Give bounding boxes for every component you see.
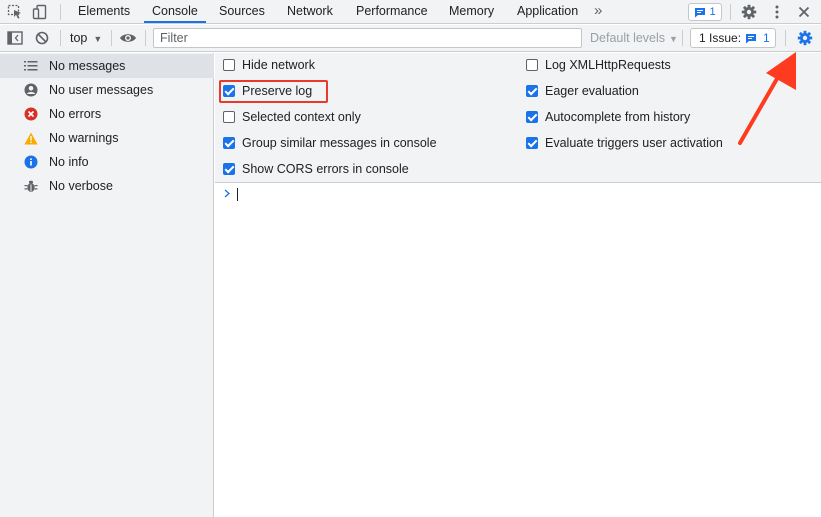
eye-icon[interactable] bbox=[119, 29, 137, 47]
devtools-tab-bar: Elements Console Sources Network Perform… bbox=[0, 0, 821, 24]
sidebar-item-warnings[interactable]: No warnings bbox=[0, 126, 214, 150]
tab-elements[interactable]: Elements bbox=[70, 0, 138, 23]
sidebar-item-messages[interactable]: No messages bbox=[0, 54, 214, 78]
tab-performance[interactable]: Performance bbox=[348, 0, 436, 23]
messages-count: 1 bbox=[709, 6, 716, 18]
chevron-down-icon: ▼ bbox=[93, 34, 103, 44]
console-settings-gear-icon[interactable] bbox=[796, 29, 814, 47]
checkbox[interactable] bbox=[223, 111, 235, 123]
tab-application[interactable]: Application bbox=[509, 0, 586, 23]
setting-label: Group similar messages in console bbox=[242, 136, 437, 150]
info-icon bbox=[24, 155, 38, 169]
setting-label: Eager evaluation bbox=[545, 84, 639, 98]
setting-eager-evaluation[interactable]: Eager evaluation bbox=[526, 82, 639, 100]
warning-icon bbox=[24, 131, 38, 145]
console-output-area[interactable] bbox=[215, 184, 821, 517]
user-icon bbox=[24, 83, 38, 97]
more-options-icon[interactable] bbox=[768, 3, 786, 21]
tab-console[interactable]: Console bbox=[144, 0, 206, 23]
issues-count: 1 bbox=[763, 31, 770, 45]
error-icon bbox=[24, 107, 38, 121]
setting-label: Selected context only bbox=[242, 110, 361, 124]
tab-sources[interactable]: Sources bbox=[211, 0, 273, 23]
sidebar-item-label: No info bbox=[49, 155, 89, 169]
checkbox[interactable] bbox=[526, 85, 538, 97]
sidebar-item-label: No user messages bbox=[49, 83, 154, 97]
checkbox[interactable] bbox=[223, 163, 235, 175]
setting-hide-network[interactable]: Hide network bbox=[223, 56, 315, 74]
bug-icon bbox=[24, 179, 38, 193]
setting-evaluate-user-activation[interactable]: Evaluate triggers user activation bbox=[526, 134, 723, 152]
sidebar-item-label: No verbose bbox=[49, 179, 113, 193]
console-sidebar: No messages No user messages No errors N… bbox=[0, 53, 214, 517]
prompt-chevron-icon bbox=[224, 187, 230, 201]
issues-label: 1 Issue: bbox=[699, 31, 742, 45]
setting-label: Hide network bbox=[242, 58, 315, 72]
console-settings-pane: Hide network Preserve log Selected conte… bbox=[215, 53, 821, 183]
close-icon[interactable] bbox=[795, 3, 813, 21]
setting-label: Autocomplete from history bbox=[545, 110, 691, 124]
console-toolbar: top▼ Default levels▼ 1 Issue: 1 bbox=[0, 25, 821, 52]
checkbox[interactable] bbox=[526, 137, 538, 149]
more-tabs-button[interactable]: » bbox=[594, 0, 602, 23]
chevron-down-icon: ▼ bbox=[669, 34, 678, 44]
tab-network[interactable]: Network bbox=[279, 0, 341, 23]
setting-show-cors-errors[interactable]: Show CORS errors in console bbox=[223, 160, 409, 178]
sidebar-toggle-icon[interactable] bbox=[6, 29, 24, 47]
message-icon bbox=[746, 33, 757, 43]
list-icon bbox=[24, 59, 38, 73]
sidebar-item-verbose[interactable]: No verbose bbox=[0, 174, 214, 198]
setting-autocomplete-history[interactable]: Autocomplete from history bbox=[526, 108, 690, 126]
settings-gear-icon[interactable] bbox=[740, 3, 758, 21]
sidebar-item-label: No errors bbox=[49, 107, 102, 121]
clear-console-icon[interactable] bbox=[33, 29, 51, 47]
setting-label: Log XMLHttpRequests bbox=[545, 58, 671, 72]
device-toolbar-icon[interactable] bbox=[31, 3, 49, 21]
checkbox[interactable] bbox=[526, 111, 538, 123]
checkbox[interactable] bbox=[223, 59, 235, 71]
log-levels-dropdown[interactable]: Default levels ▼ bbox=[590, 25, 678, 51]
sidebar-item-info[interactable]: No info bbox=[0, 150, 214, 174]
sidebar-item-errors[interactable]: No errors bbox=[0, 102, 214, 126]
text-cursor bbox=[237, 188, 238, 201]
checkbox[interactable] bbox=[526, 59, 538, 71]
sidebar-item-label: No messages bbox=[49, 59, 126, 73]
context-selector[interactable]: top ▼ bbox=[70, 25, 102, 51]
setting-selected-context-only[interactable]: Selected context only bbox=[223, 108, 361, 126]
setting-log-xmlhttprequests[interactable]: Log XMLHttpRequests bbox=[526, 56, 671, 74]
filter-input[interactable] bbox=[153, 28, 582, 48]
tab-memory[interactable]: Memory bbox=[441, 0, 502, 23]
message-icon bbox=[695, 7, 706, 17]
preserve-log-highlight-box bbox=[219, 80, 328, 103]
checkbox[interactable] bbox=[223, 137, 235, 149]
sidebar-item-label: No warnings bbox=[49, 131, 119, 145]
inspect-element-icon[interactable] bbox=[6, 3, 24, 21]
issues-button[interactable]: 1 Issue: 1 bbox=[690, 28, 776, 48]
log-levels-label: Default levels bbox=[590, 31, 666, 45]
context-value: top bbox=[70, 31, 88, 45]
setting-group-similar[interactable]: Group similar messages in console bbox=[223, 134, 437, 152]
messages-badge[interactable]: 1 bbox=[688, 3, 722, 21]
sidebar-item-user-messages[interactable]: No user messages bbox=[0, 78, 214, 102]
setting-label: Evaluate triggers user activation bbox=[545, 136, 723, 150]
setting-label: Show CORS errors in console bbox=[242, 162, 409, 176]
